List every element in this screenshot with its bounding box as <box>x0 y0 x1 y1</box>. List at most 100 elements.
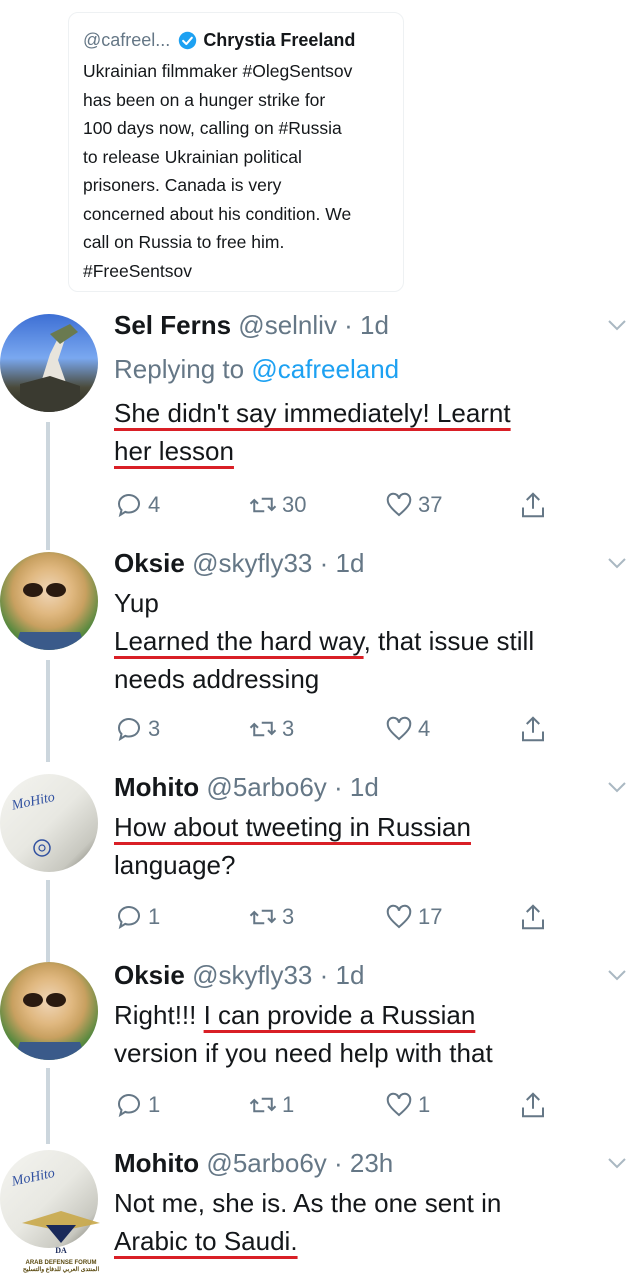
thread-line <box>46 880 50 962</box>
avatar[interactable] <box>0 552 98 650</box>
text-line: , that issue still <box>363 626 535 656</box>
like-count: 17 <box>418 904 443 929</box>
underlined-text: Learned the hard way <box>114 626 364 656</box>
reply-button[interactable]: 4 <box>114 490 160 520</box>
retweet-icon <box>249 721 277 737</box>
author-name[interactable]: Sel Ferns <box>114 310 231 340</box>
retweet-count: 1 <box>282 1092 295 1117</box>
reply-count: 4 <box>148 492 161 517</box>
author-meta[interactable]: @5arbo6y · 1d <box>206 772 378 802</box>
heart-icon <box>386 716 412 741</box>
quoted-name[interactable]: Chrystia Freeland <box>203 29 355 51</box>
thread-line <box>46 660 50 762</box>
like-count: 4 <box>418 716 431 741</box>
share-icon <box>522 904 544 930</box>
chevron-down-icon[interactable] <box>607 968 627 982</box>
action-bar: 1 1 1 <box>114 1090 554 1124</box>
underlined-text: She didn't say immediately! Learnt <box>114 398 511 428</box>
author-name[interactable]: Mohito <box>114 1148 199 1178</box>
quoted-text: Ukrainian filmmaker #OlegSentsov has bee… <box>83 61 353 281</box>
forum-logo-icon: DA <box>22 1211 100 1255</box>
quoted-tweet[interactable]: @cafreel... Chrystia Freeland Ukrainian … <box>68 12 404 292</box>
author-meta[interactable]: @skyfly33 · 1d <box>192 548 364 578</box>
avatar-image: MoHito <box>10 790 57 857</box>
retweet-icon <box>249 909 277 925</box>
like-button[interactable]: 37 <box>384 490 442 520</box>
action-bar: 3 3 4 <box>114 714 554 748</box>
avatar[interactable] <box>0 314 98 412</box>
like-button[interactable]: 17 <box>384 902 442 932</box>
tweet-text: Yup Learned the hard way, that issue sti… <box>114 584 534 698</box>
avatar[interactable]: MoHito <box>0 774 98 872</box>
like-count: 37 <box>418 492 443 517</box>
avatar-image <box>14 993 86 1060</box>
svg-text:MoHito: MoHito <box>10 1166 57 1190</box>
like-button[interactable]: 4 <box>384 714 430 744</box>
reply-count: 1 <box>148 904 161 929</box>
text-line: Not me, she is. As the one sent in <box>114 1188 502 1218</box>
retweet-count: 3 <box>282 716 295 741</box>
reply-count: 1 <box>148 1092 161 1117</box>
tweet-text: How about tweeting in Russian language? <box>114 808 471 884</box>
retweet-count: 3 <box>282 904 295 929</box>
author-name[interactable]: Mohito <box>114 772 199 802</box>
forum-watermark: DA ARAB DEFENSE FORUM المنتدى العربي للد… <box>2 1205 120 1275</box>
logo-initials: DA <box>55 1246 67 1255</box>
retweet-button[interactable]: 3 <box>248 714 294 744</box>
avatar[interactable] <box>0 962 98 1060</box>
share-icon <box>522 716 544 742</box>
retweet-button[interactable]: 1 <box>248 1090 294 1120</box>
text-line: Yup <box>114 588 159 618</box>
underlined-text: How about tweeting in Russian <box>114 812 471 842</box>
chevron-down-icon[interactable] <box>607 780 627 794</box>
text-line: version if you need help with that <box>114 1038 493 1068</box>
share-button[interactable] <box>518 714 552 744</box>
watermark-line2: المنتدى العربي للدفاع والتسليح <box>22 1267 100 1273</box>
chevron-down-icon[interactable] <box>607 318 627 332</box>
author-name[interactable]: Oksie <box>114 960 185 990</box>
thread-line <box>46 1068 50 1144</box>
heart-icon <box>386 1092 412 1117</box>
share-icon <box>522 1092 544 1118</box>
reply-icon <box>118 906 140 930</box>
like-button[interactable]: 1 <box>384 1090 430 1120</box>
reply-icon <box>118 494 140 518</box>
replying-prefix: Replying to <box>114 354 252 384</box>
heart-icon <box>386 904 412 929</box>
author-meta[interactable]: @skyfly33 · 1d <box>192 960 364 990</box>
like-count: 1 <box>418 1092 431 1117</box>
text-line: needs addressing <box>114 664 320 694</box>
retweet-button[interactable]: 3 <box>248 902 294 932</box>
author-meta[interactable]: @5arbo6y · 23h <box>206 1148 393 1178</box>
underlined-text: I can provide a Russian <box>203 1000 476 1030</box>
share-button[interactable] <box>518 1090 552 1120</box>
reply-button[interactable]: 1 <box>114 1090 160 1120</box>
chevron-down-icon[interactable] <box>607 1156 627 1170</box>
chevron-down-icon[interactable] <box>607 556 627 570</box>
svg-text:MoHito: MoHito <box>10 790 57 814</box>
tweet-text: She didn't say immediately! Learnt her l… <box>114 394 511 470</box>
reply-button[interactable]: 3 <box>114 714 160 744</box>
verified-badge-icon <box>179 31 197 49</box>
tweet-text: Not me, she is. As the one sent in Arabi… <box>114 1184 501 1260</box>
quoted-handle[interactable]: @cafreel... <box>83 29 170 51</box>
retweet-button[interactable]: 30 <box>248 490 306 520</box>
underlined-text: Arabic to Saudi. <box>114 1226 298 1256</box>
retweet-count: 30 <box>282 492 307 517</box>
tweet-text: Right!!! I can provide a Russian version… <box>114 996 493 1072</box>
replying-handle-link[interactable]: @cafreeland <box>251 354 399 384</box>
share-icon <box>522 492 544 518</box>
share-button[interactable] <box>518 902 552 932</box>
author-meta[interactable]: @selnliv · 1d <box>238 310 389 340</box>
text-line: language? <box>114 850 236 880</box>
replying-to: Replying to @cafreeland <box>114 352 399 386</box>
text-line: Right!!! <box>114 1000 204 1030</box>
reply-button[interactable]: 1 <box>114 902 160 932</box>
reply-icon <box>118 1094 140 1118</box>
retweet-icon <box>249 1097 277 1113</box>
share-button[interactable] <box>518 490 552 520</box>
reply-icon <box>118 718 140 742</box>
action-bar: 1 3 17 <box>114 902 554 936</box>
author-name[interactable]: Oksie <box>114 548 185 578</box>
avatar-image <box>20 324 80 412</box>
